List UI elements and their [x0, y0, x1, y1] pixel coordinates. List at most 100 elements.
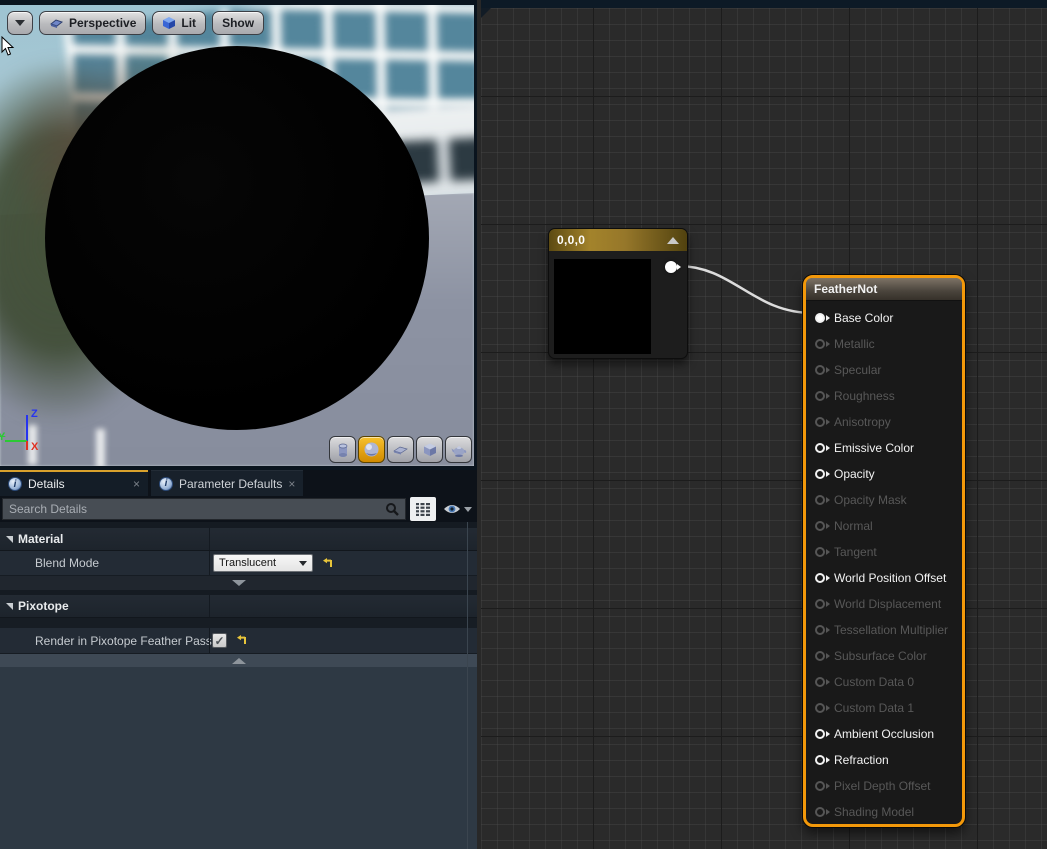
pin-circle-icon[interactable] — [815, 313, 825, 323]
material-pin[interactable]: Tangent — [806, 539, 962, 565]
feather-pass-checkbox[interactable]: ✓ — [212, 633, 227, 648]
material-pin[interactable]: Specular — [806, 357, 962, 383]
material-pin[interactable]: Subsurface Color — [806, 643, 962, 669]
pixotope-section-expander[interactable] — [0, 654, 477, 667]
chevron-down-icon — [299, 561, 307, 566]
shape-button-cube[interactable] — [416, 436, 443, 463]
show-label: Show — [222, 16, 254, 30]
output-pin[interactable] — [665, 261, 677, 273]
lit-button[interactable]: Lit — [152, 11, 206, 35]
shape-button-sphere[interactable] — [358, 436, 385, 463]
pin-circle-icon[interactable] — [815, 391, 825, 401]
category-pixotope-label: Pixotope — [18, 599, 69, 613]
lit-cube-icon — [162, 16, 176, 30]
property-matrix-button[interactable] — [410, 497, 436, 521]
close-icon[interactable]: × — [133, 477, 140, 491]
column-divider — [209, 595, 210, 617]
pin-label: Pixel Depth Offset — [834, 779, 931, 793]
pin-label: World Position Offset — [834, 571, 946, 585]
pin-label: Normal — [834, 519, 873, 533]
reset-to-default-icon[interactable] — [322, 558, 333, 569]
pin-circle-icon[interactable] — [815, 781, 825, 791]
pin-circle-icon[interactable] — [815, 573, 825, 583]
tab-parameter-defaults[interactable]: i Parameter Defaults × — [151, 470, 303, 496]
show-button[interactable]: Show — [212, 11, 264, 35]
pin-circle-icon[interactable] — [815, 365, 825, 375]
details-panel: i Details × i Parameter Defaults × Searc… — [0, 470, 477, 849]
category-material[interactable]: Material — [0, 528, 477, 551]
column-divider — [209, 528, 210, 550]
view-options-button[interactable] — [440, 497, 474, 521]
pin-circle-icon[interactable] — [815, 625, 825, 635]
pin-circle-icon[interactable] — [815, 339, 825, 349]
x-axis-line — [26, 441, 28, 450]
material-graph-panel[interactable]: 0,0,0 FeatherNot Base Color — [481, 0, 1047, 849]
perspective-icon — [49, 17, 64, 29]
pin-circle-icon[interactable] — [815, 417, 825, 427]
pin-circle-icon[interactable] — [815, 443, 825, 453]
pin-circle-icon[interactable] — [815, 729, 825, 739]
shape-button-teapot[interactable] — [445, 436, 472, 463]
material-pin[interactable]: World Position Offset — [806, 565, 962, 591]
pin-label: Subsurface Color — [834, 649, 927, 663]
blend-mode-dropdown[interactable]: Translucent — [213, 554, 313, 572]
preview-shape-buttons — [329, 436, 472, 463]
pin-circle-icon[interactable] — [815, 521, 825, 531]
category-pixotope[interactable]: Pixotope — [0, 595, 477, 618]
material-pin[interactable]: Shading Model — [806, 799, 962, 825]
pin-circle-icon[interactable] — [815, 469, 825, 479]
material-result-node[interactable]: FeatherNot Base Color Metallic — [803, 275, 965, 827]
chevron-up-icon — [232, 658, 246, 664]
search-input[interactable]: Search Details — [2, 498, 406, 520]
pin-circle-icon[interactable] — [815, 495, 825, 505]
constant-node-title: 0,0,0 — [557, 233, 585, 247]
details-scrollbar[interactable] — [467, 522, 468, 849]
pin-circle-icon[interactable] — [815, 703, 825, 713]
material-pin[interactable]: Tessellation Multiplier — [806, 617, 962, 643]
collapse-icon[interactable] — [667, 237, 679, 244]
constant-color-node[interactable]: 0,0,0 — [548, 228, 688, 359]
material-section-expander[interactable] — [0, 576, 477, 590]
pin-circle-icon[interactable] — [815, 677, 825, 687]
material-pin[interactable]: Anisotropy — [806, 409, 962, 435]
material-pin[interactable]: Custom Data 0 — [806, 669, 962, 695]
material-pin[interactable]: Base Color — [806, 305, 962, 331]
tab-details-label: Details — [28, 477, 65, 491]
constant-node-header[interactable]: 0,0,0 — [549, 229, 687, 251]
material-pin[interactable]: Ambient Occlusion — [806, 721, 962, 747]
pin-circle-icon[interactable] — [815, 651, 825, 661]
tab-details[interactable]: i Details × — [0, 470, 148, 496]
chevron-down-icon — [15, 20, 25, 26]
pin-circle-icon[interactable] — [815, 547, 825, 557]
material-node-header[interactable]: FeatherNot — [806, 278, 962, 301]
material-pin[interactable]: Opacity Mask — [806, 487, 962, 513]
material-pin[interactable]: Refraction — [806, 747, 962, 773]
pin-circle-icon[interactable] — [815, 599, 825, 609]
reset-to-default-icon[interactable] — [236, 635, 247, 646]
perspective-button[interactable]: Perspective — [39, 11, 146, 35]
shape-button-cylinder[interactable] — [329, 436, 356, 463]
material-pin[interactable]: Custom Data 1 — [806, 695, 962, 721]
material-pin[interactable]: Normal — [806, 513, 962, 539]
details-body: Material Blend Mode Translucent — [0, 522, 477, 849]
chevron-down-icon — [464, 507, 472, 512]
preview-viewport[interactable]: Z Y X Perspective — [0, 0, 477, 470]
pin-circle-icon[interactable] — [815, 755, 825, 765]
material-pin[interactable]: World Displacement — [806, 591, 962, 617]
material-pin[interactable]: Opacity — [806, 461, 962, 487]
viewport-toolbar: Perspective Lit Show — [7, 11, 264, 35]
details-search-row: Search Details — [0, 496, 477, 522]
material-pin[interactable]: Emissive Color — [806, 435, 962, 461]
material-pin[interactable]: Metallic — [806, 331, 962, 357]
material-pin[interactable]: Roughness — [806, 383, 962, 409]
lit-label: Lit — [181, 16, 196, 30]
cylinder-icon — [335, 442, 351, 458]
y-axis-line — [5, 440, 27, 442]
pin-label: Custom Data 0 — [834, 675, 914, 689]
pin-circle-icon[interactable] — [815, 807, 825, 817]
graph-corner-fold — [481, 8, 491, 18]
viewport-options-dropdown-button[interactable] — [7, 11, 33, 35]
shape-button-plane[interactable] — [387, 436, 414, 463]
close-icon[interactable]: × — [288, 477, 295, 491]
material-pin[interactable]: Pixel Depth Offset — [806, 773, 962, 799]
